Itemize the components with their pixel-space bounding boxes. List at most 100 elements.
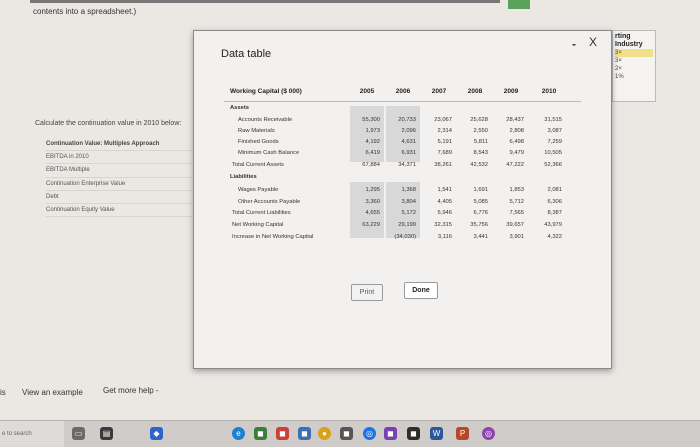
minimize-button[interactable]: - [572,37,576,51]
continuation-table: Continuation Value: Multiples Approach E… [46,138,192,218]
row-label: Total Current Assets [232,162,284,168]
industry-value: 3× [615,49,653,57]
table-cell: 3,441 [473,234,488,240]
table-cell: 1,295 [365,187,380,193]
table-cell: 6,306 [547,199,562,205]
table-row: Raw Materials 1,973 2,096 2,314 2,550 2,808 3,… [224,127,581,137]
year-header: 2010 [541,88,557,95]
table-cell: 25,628 [470,117,488,123]
table-row: Wages Payable 1,295 1,368 1,541 1,691 1,853 2,… [224,186,581,196]
table-row: Increase in Net Working Capital (34,030) 3… [224,233,581,243]
table-row: Continuation Value: Multiples Approach [46,138,192,152]
table-row: EBITDA Multiple [46,164,192,178]
print-button[interactable]: Print [351,284,383,301]
table-cell: 35,756 [470,222,488,228]
row-label: Total Current Liabilities [232,210,291,216]
app-icon[interactable]: ◼ [407,427,420,440]
table-cell: 2,550 [473,128,488,134]
app-icon[interactable]: ◼ [298,427,311,440]
table-cell: 63,229 [362,222,380,228]
table-cell: 5,085 [473,199,488,205]
table-cell: 5,191 [437,139,452,145]
dialog-title: Data table [221,48,272,60]
table-header: Working Capital ($ 000) 2005 2006 2007 2… [224,83,581,102]
powerpoint-icon[interactable]: P [456,427,469,440]
app-icon[interactable]: ◼ [254,427,267,440]
row-label: Raw Materials [238,128,275,134]
table-cell: 2,808 [509,128,524,134]
table-cell: 7,565 [509,210,524,216]
industry-value: 3× [615,58,622,64]
table-cell: 2,081 [547,187,562,193]
row-label: Assets [230,105,250,111]
table-cell: 52,366 [544,162,562,168]
chrome-icon[interactable]: ● [318,427,331,440]
table-cell: 3,901 [509,234,524,240]
store-icon[interactable]: ◆ [150,427,163,440]
taskbar: e to search ▭ ▤ ◆ e ◼ ◼ ◼ ● ◼ ◎ ◼ ◼ W P … [0,420,700,447]
row-label: Wages Payable [238,187,279,193]
table-cell: 4,631 [401,139,416,145]
industry-panel: rting Industry 3× 3× 2× 1% [612,30,656,102]
bottom-links: is View an example Get more help - [0,380,700,420]
table-cell: 38,261 [434,162,452,168]
row-label: Accounts Receivable [238,117,293,123]
intro-text: contents into a spreadsheet.) [33,7,137,16]
table-row: Continuation Enterprise Value [46,178,192,191]
app-icon[interactable]: ◼ [384,427,397,440]
table-cell: 32,315 [434,222,452,228]
table-cell: 5,946 [437,210,452,216]
year-header: 2009 [503,88,519,95]
spreadsheet-icon[interactable] [508,0,530,9]
row-label: Other Accounts Payable [238,199,301,205]
table-cell: 8,387 [547,210,562,216]
table-row: Net Working Capital 63,229 29,199 32,315 35,… [224,221,581,231]
year-header: 2008 [467,88,483,95]
year-header: 2006 [395,88,411,95]
table-cell: 3,116 [437,234,452,240]
working-capital-table: Working Capital ($ 000) 2005 2006 2007 2… [224,83,581,267]
industry-value: 2× [615,66,622,72]
industry-heading: rting Industry [615,33,643,48]
app-icon[interactable]: ◎ [482,427,495,440]
table-row: Continuation Equity Value [46,204,192,218]
table-cell: 1,691 [473,187,488,193]
table-cell: 7,259 [547,139,562,145]
table-cell: 3,087 [547,128,562,134]
table-cell: 4,655 [365,210,380,216]
taskbar-search[interactable]: e to search [0,421,64,447]
app-icon[interactable]: ◼ [340,427,353,440]
table-cell: 5,811 [473,139,488,145]
table-row: Debt [46,191,192,204]
year-header: 2007 [431,88,447,95]
file-explorer-icon[interactable]: ▤ [100,427,113,440]
table-cell: 6,776 [473,210,488,216]
table-header-label: Working Capital ($ 000) [230,88,302,95]
close-button[interactable]: X [589,35,597,49]
cut-off-header-text [30,0,500,3]
table-cell: 6,498 [509,139,524,145]
done-button[interactable]: Done [404,282,438,299]
row-label: Minimum Cash Balance [238,150,300,156]
table-cell: 47,222 [506,162,524,168]
table-cell: 42,532 [470,162,488,168]
table-cell: 3,804 [401,199,416,205]
table-cell: 9,479 [509,150,524,156]
word-icon[interactable]: W [430,427,443,440]
table-cell: 20,733 [398,117,416,123]
table-cell: 31,515 [544,117,562,123]
table-row: Liabilities [224,173,581,183]
table-cell: 55,300 [362,117,380,123]
view-example-link[interactable]: View an example [22,388,83,397]
table-cell: 67,884 [362,162,380,168]
app-icon[interactable]: ◼ [276,427,289,440]
get-more-help-link[interactable]: Get more help - [103,386,159,395]
edge-icon[interactable]: e [232,427,245,440]
task-view-icon[interactable]: ▭ [72,427,85,440]
table-cell: 10,505 [544,150,562,156]
table-cell: 28,437 [506,117,524,123]
table-cell: 5,172 [401,210,416,216]
app-icon[interactable]: ◎ [363,427,376,440]
row-label: Net Working Capital [232,222,284,228]
industry-value: 1% [615,74,624,80]
